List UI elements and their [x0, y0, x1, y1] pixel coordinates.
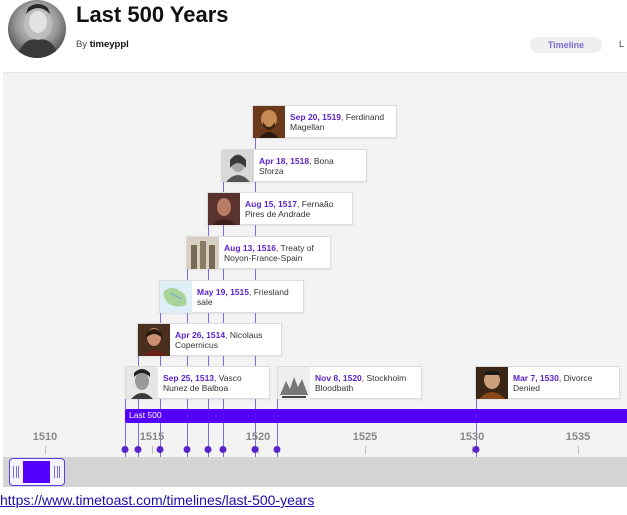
event-title-line2: Noyon-France-Spain — [224, 253, 303, 263]
event-card-andrade[interactable]: Aug 15, 1517, Fernaão Pires de Andrade — [207, 192, 353, 225]
event-title-line2: Sforza — [259, 166, 284, 176]
event-card-friesland[interactable]: May 19, 1515, Friesland sale — [159, 280, 304, 313]
event-title-line2: Copernicus — [175, 340, 218, 350]
event-date[interactable]: Sep 20, 1519 — [290, 112, 341, 122]
event-card-stockholm[interactable]: Nov 8, 1520, Stockholm Bloodbath — [277, 366, 422, 399]
left-grip-icon[interactable] — [13, 466, 19, 478]
axis-tick-label: 1525 — [352, 431, 378, 443]
event-date[interactable]: Aug 13, 1516 — [224, 243, 276, 253]
event-dot[interactable] — [251, 446, 259, 453]
timeline-url-link[interactable]: https://www.timetoast.com/timelines/last… — [0, 492, 314, 508]
axis-tick-label: 1515 — [139, 431, 165, 443]
event-title-line2: sale — [197, 297, 213, 307]
event-title: , Vasco — [214, 373, 242, 383]
event-text: Nov 8, 1520, Stockholm Bloodbath — [315, 373, 417, 393]
event-text: Mar 7, 1530, Divorce Denied — [513, 373, 615, 393]
timeline-canvas[interactable]: Sep 20, 1519, Ferdinand Magellan Apr 18,… — [3, 72, 627, 487]
event-card-divorce[interactable]: Mar 7, 1530, Divorce Denied — [475, 366, 620, 399]
magellan-portrait-icon — [253, 106, 285, 138]
event-card-balboa[interactable]: Sep 25, 1513, Vasco Nunez de Balboa — [125, 366, 270, 399]
event-dot[interactable] — [219, 446, 227, 453]
event-date[interactable]: Aug 15, 1517 — [245, 199, 297, 209]
axis-tick — [365, 446, 366, 454]
page-title: Last 500 Years — [76, 2, 229, 27]
event-title: , Divorce — [558, 373, 593, 383]
event-dot[interactable] — [204, 446, 212, 453]
timespan-label: Last 500 — [129, 410, 162, 420]
axis-tick — [152, 446, 153, 454]
sforza-portrait-icon — [222, 150, 254, 182]
event-dot[interactable] — [156, 446, 164, 453]
event-dot[interactable] — [472, 446, 480, 453]
event-title-line2: Denied — [513, 383, 540, 393]
event-date[interactable]: May 19, 1515 — [197, 287, 249, 297]
event-title: , Bona — [309, 156, 334, 166]
event-title-line2: Pires de Andrade — [245, 209, 311, 219]
axis-tick-label: 1535 — [565, 431, 591, 443]
event-date[interactable]: Apr 26, 1514 — [175, 330, 225, 340]
balboa-portrait-icon — [126, 367, 158, 399]
event-text: Apr 18, 1518, Bona Sforza — [259, 156, 362, 176]
event-text: Aug 15, 1517, Fernaão Pires de Andrade — [245, 199, 348, 219]
copernicus-portrait-icon — [138, 324, 170, 356]
event-title: , Fernaão — [296, 199, 334, 209]
timeline-axis: 1510 1515 1520 1525 1530 1535 — [3, 423, 627, 459]
avatar[interactable] — [8, 0, 66, 58]
right-grip-icon[interactable] — [54, 466, 60, 478]
event-card-sforza[interactable]: Apr 18, 1518, Bona Sforza — [221, 149, 367, 182]
event-text: May 19, 1515, Friesland sale — [197, 287, 299, 307]
event-text: Sep 25, 1513, Vasco Nunez de Balboa — [163, 373, 265, 393]
event-text: Apr 26, 1514, Nicolaus Copernicus — [175, 330, 277, 350]
axis-tick-label: 1520 — [245, 431, 271, 443]
engraving-icon — [278, 367, 310, 399]
event-dot[interactable] — [121, 446, 129, 453]
timespan-bar[interactable]: Last 500 — [125, 409, 627, 423]
event-title: , Nicolaus — [225, 330, 263, 340]
map-icon — [160, 281, 192, 313]
axis-tick — [45, 446, 46, 454]
event-card-treaty[interactable]: Aug 13, 1516, Treaty of Noyon-France-Spa… — [186, 236, 331, 269]
event-title-line2: Magellan — [290, 122, 325, 132]
event-title: , Treaty of — [275, 243, 314, 253]
event-date[interactable]: Nov 8, 1520 — [315, 373, 362, 383]
henry-portrait-icon — [476, 367, 508, 399]
event-date[interactable]: Sep 25, 1513 — [163, 373, 214, 383]
event-text: Sep 20, 1519, Ferdinand Magellan — [290, 112, 392, 132]
event-dot[interactable] — [134, 446, 142, 453]
timeline-scroll-handle[interactable] — [9, 458, 65, 486]
building-icon — [187, 237, 219, 269]
by-prefix: By — [76, 39, 88, 50]
axis-tick-label: 1530 — [459, 431, 485, 443]
axis-tick — [578, 446, 579, 454]
event-date[interactable]: Mar 7, 1530 — [513, 373, 559, 383]
event-title-line2: Nunez de Balboa — [163, 383, 229, 393]
tab-timeline[interactable]: Timeline — [530, 37, 602, 53]
event-title: , Stockholm — [361, 373, 407, 383]
event-title-line2: Bloodbath — [315, 383, 354, 393]
tab-list[interactable]: L — [619, 39, 624, 49]
event-title: , Ferdinand — [341, 112, 385, 122]
page-header: Last 500 Years By timeyppl Timeline L — [0, 0, 627, 72]
event-text: Aug 13, 1516, Treaty of Noyon-France-Spa… — [224, 243, 326, 263]
timeline-scroll-track[interactable] — [3, 457, 627, 487]
visible-range-fill — [23, 461, 50, 483]
author-name[interactable]: timeyppl — [90, 39, 129, 50]
andrade-portrait-icon — [208, 193, 240, 225]
event-card-copernicus[interactable]: Apr 26, 1514, Nicolaus Copernicus — [137, 323, 282, 356]
author-byline: By timeyppl — [76, 39, 129, 50]
axis-tick-label: 1510 — [32, 431, 58, 443]
event-title: , Friesland — [248, 287, 289, 297]
event-dot[interactable] — [273, 446, 281, 453]
event-card-magellan[interactable]: Sep 20, 1519, Ferdinand Magellan — [252, 105, 397, 138]
event-dot[interactable] — [183, 446, 191, 453]
event-date[interactable]: Apr 18, 1518 — [259, 156, 309, 166]
